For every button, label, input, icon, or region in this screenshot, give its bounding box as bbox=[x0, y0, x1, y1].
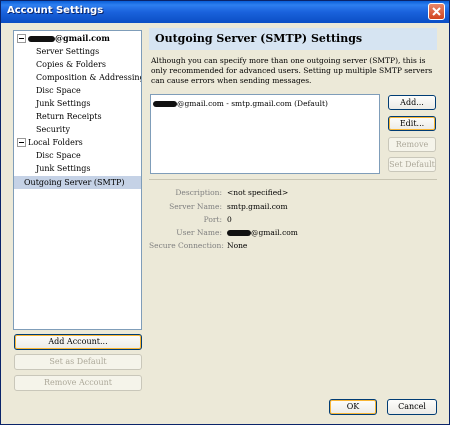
tree-item-local-folders[interactable]: Local Folders bbox=[28, 136, 83, 149]
tree-item-security[interactable]: Security bbox=[36, 123, 70, 136]
server-name-label: Server Name: bbox=[169, 202, 222, 211]
ok-button[interactable]: OK bbox=[329, 399, 377, 415]
title-bar[interactable]: Account Settings bbox=[1, 1, 449, 23]
tree-item-gmail-account[interactable]: @gmail.com bbox=[28, 32, 110, 45]
tree-item-copies-folders[interactable]: Copies & Folders bbox=[36, 58, 106, 71]
remove-account-button[interactable]: Remove Account bbox=[14, 375, 142, 391]
tree-item-disc-space[interactable]: Disc Space bbox=[36, 84, 81, 97]
cancel-button[interactable]: Cancel bbox=[387, 399, 437, 415]
user-name-label: User Name: bbox=[176, 228, 222, 237]
add-server-button[interactable]: Add... bbox=[388, 95, 436, 110]
port-value: 0 bbox=[227, 215, 232, 224]
close-icon bbox=[432, 7, 441, 16]
panel-title: Outgoing Server (SMTP) Settings bbox=[149, 28, 437, 50]
tree-item-return-receipts[interactable]: Return Receipts bbox=[36, 110, 102, 123]
tree-item-local-disc-space[interactable]: Disc Space bbox=[36, 149, 81, 162]
collapse-icon[interactable] bbox=[17, 34, 26, 43]
account-settings-window: Account Settings @gmail.com Server Setti… bbox=[0, 0, 450, 425]
remove-server-button[interactable]: Remove bbox=[388, 137, 436, 152]
tree-item-server-settings[interactable]: Server Settings bbox=[36, 45, 99, 58]
account-tree[interactable]: @gmail.com Server Settings Copies & Fold… bbox=[13, 30, 142, 330]
description-value: <not specified> bbox=[227, 188, 289, 197]
tree-item-composition[interactable]: Composition & Addressing bbox=[36, 71, 141, 84]
tree-item-outgoing-server[interactable]: Outgoing Server (SMTP) bbox=[14, 176, 141, 189]
close-button[interactable] bbox=[428, 3, 445, 20]
server-name-value: smtp.gmail.com bbox=[227, 202, 288, 211]
add-account-button[interactable]: Add Account... bbox=[14, 334, 142, 350]
smtp-description: Although you can specify more than one o… bbox=[151, 56, 433, 85]
collapse-icon[interactable] bbox=[17, 138, 26, 147]
server-details: Description: <not specified> Server Name… bbox=[149, 179, 437, 273]
set-as-default-button[interactable]: Set as Default bbox=[14, 354, 142, 370]
redacted-username bbox=[28, 36, 55, 42]
user-name-value: @gmail.com bbox=[227, 228, 298, 237]
port-label: Port: bbox=[203, 215, 222, 224]
window-title: Account Settings bbox=[7, 5, 104, 16]
edit-server-button[interactable]: Edit... bbox=[388, 116, 436, 131]
set-default-server-button[interactable]: Set Default bbox=[388, 157, 436, 172]
smtp-server-list[interactable]: @gmail.com - smtp.gmail.com (Default) bbox=[150, 94, 380, 174]
redacted-username bbox=[227, 230, 251, 236]
tree-item-local-junk-settings[interactable]: Junk Settings bbox=[36, 162, 90, 175]
secure-connection-label: Secure Connection: bbox=[149, 241, 224, 250]
redacted-username bbox=[153, 101, 177, 107]
description-label: Description: bbox=[175, 188, 222, 197]
list-item[interactable]: @gmail.com - smtp.gmail.com (Default) bbox=[153, 98, 377, 109]
secure-connection-value: None bbox=[227, 241, 248, 250]
tree-item-junk-settings[interactable]: Junk Settings bbox=[36, 97, 90, 110]
